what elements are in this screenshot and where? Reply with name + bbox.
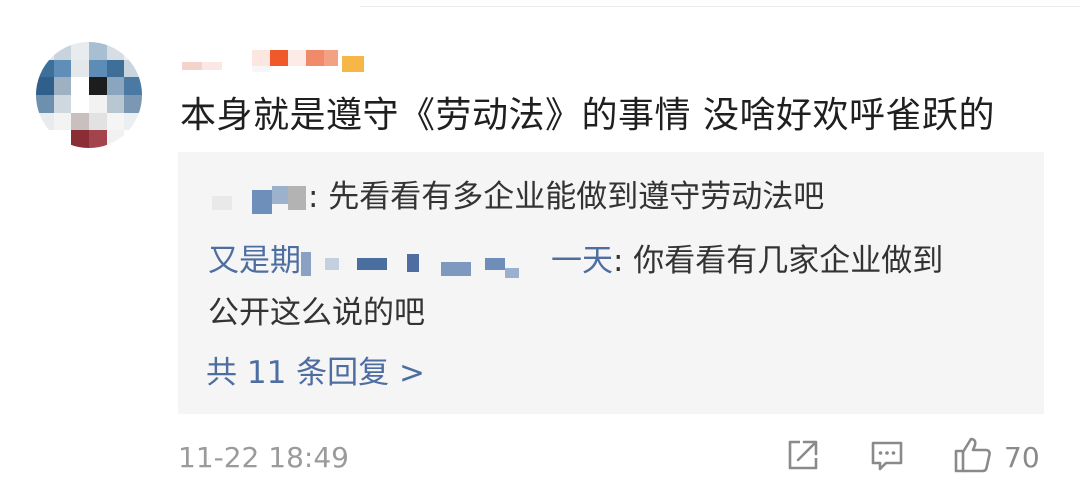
comment-text: 本身就是遵守《劳动法》的事情 没啥好欢呼雀跃的: [180, 95, 995, 136]
reply-text: : 先看看有多企业能做到遵守劳动法吧: [308, 179, 825, 215]
like-count: 70: [1004, 440, 1040, 474]
top-divider: [360, 6, 1080, 7]
replies-preview[interactable]: : 先看看有多企业能做到遵守劳动法吧 又是期 一天: 你看看有几家企业做到 公开…: [178, 152, 1044, 414]
username[interactable]: [182, 50, 372, 72]
comment-button[interactable]: [868, 436, 906, 478]
reply-username-blurred[interactable]: [301, 248, 551, 278]
share-button[interactable]: [784, 436, 822, 478]
reply-username-end[interactable]: 一天: [551, 243, 613, 279]
reply-item[interactable]: 又是期 一天: 你看看有几家企业做到: [208, 238, 943, 284]
like-button[interactable]: 70: [952, 436, 1040, 478]
reply-text-continued: 公开这么说的吧: [208, 295, 425, 331]
reply-username-blurred[interactable]: [208, 184, 308, 214]
thumbs-up-icon: [952, 434, 994, 480]
reply-username[interactable]: 又是期: [208, 243, 301, 279]
comment-timestamp: 11-22 18:49: [178, 441, 349, 474]
reply-text: : 你看看有几家企业做到: [613, 243, 944, 279]
avatar[interactable]: [36, 42, 142, 148]
share-icon: [784, 436, 822, 478]
comment-icon: [868, 436, 906, 478]
more-replies-link[interactable]: 共 11 条回复 >: [206, 350, 425, 396]
reply-item[interactable]: : 先看看有多企业能做到遵守劳动法吧: [208, 174, 824, 220]
